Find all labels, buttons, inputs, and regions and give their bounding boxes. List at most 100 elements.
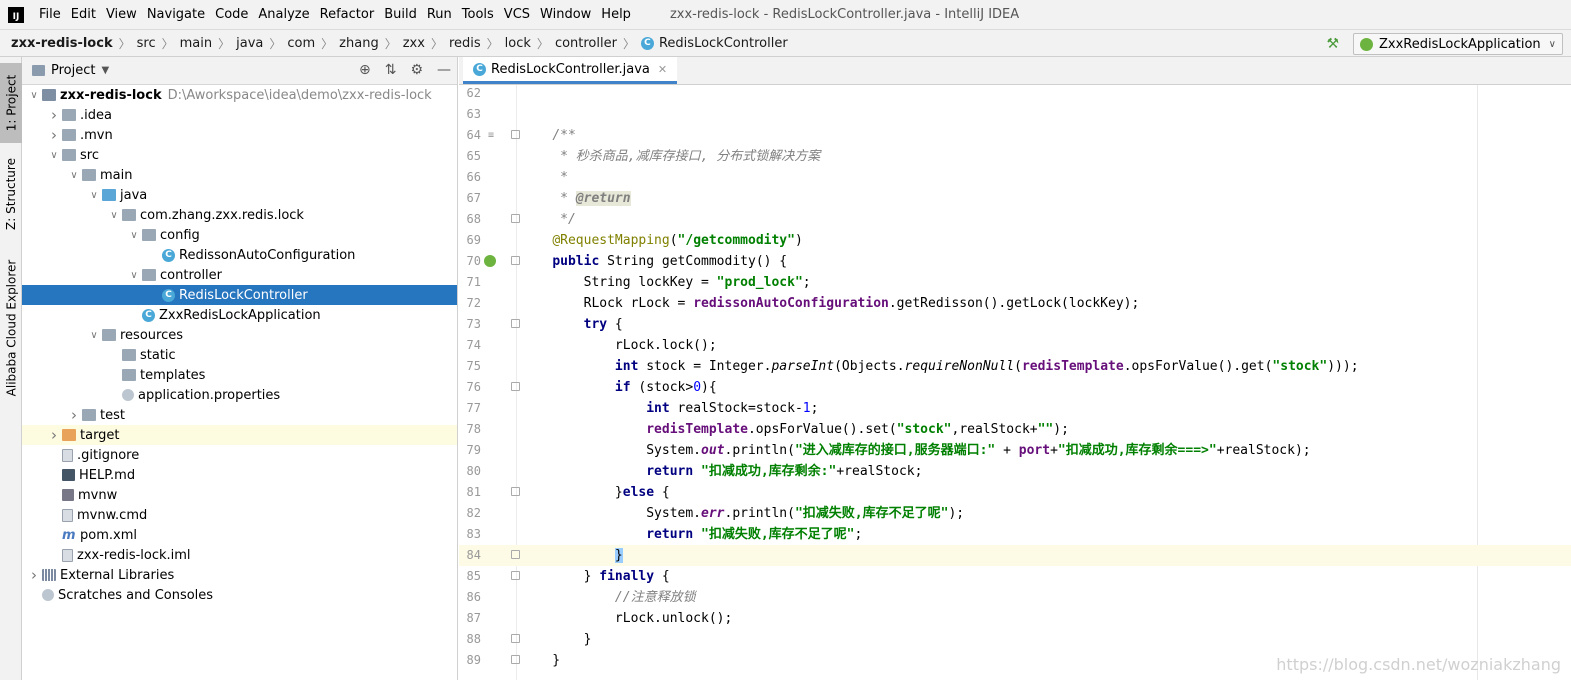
code-line[interactable]: 76 if (stock>0){: [459, 377, 1571, 398]
code-line[interactable]: 88 }: [459, 629, 1571, 650]
menu-view[interactable]: View: [101, 7, 142, 22]
menu-vcs[interactable]: VCS: [499, 7, 535, 22]
tree-item[interactable]: zxx-redis-lock.iml: [22, 545, 457, 565]
tree-item[interactable]: › target: [22, 425, 457, 445]
code-line[interactable]: 66 *: [459, 167, 1571, 188]
code-editor[interactable]: 62 63 64 ≡ /** 65 * 秒杀商品,减库存接口, 分布式锁解决方案 66 *…: [459, 85, 1571, 680]
editor-tab-redislockcontroller[interactable]: C RedisLockController.java ✕: [463, 57, 678, 84]
fold-marker-icon[interactable]: [511, 655, 520, 664]
gear-icon[interactable]: ⚙: [410, 62, 423, 78]
code-line[interactable]: 64 ≡ /**: [459, 125, 1571, 146]
code-line[interactable]: 71 String lockKey = "prod_lock";: [459, 272, 1571, 293]
code-line[interactable]: 65 * 秒杀商品,减库存接口, 分布式锁解决方案: [459, 146, 1571, 167]
chevron-down-icon[interactable]: ∨: [86, 190, 102, 201]
code-line[interactable]: 78 redisTemplate.opsForValue().set("stoc…: [459, 419, 1571, 440]
chevron-down-icon[interactable]: ∨: [126, 230, 142, 241]
code-line[interactable]: 69 @RequestMapping("/getcommodity"): [459, 230, 1571, 251]
menu-tools[interactable]: Tools: [457, 7, 499, 22]
code-line[interactable]: 73 try {: [459, 314, 1571, 335]
code-line[interactable]: 70 public String getCommodity() {: [459, 251, 1571, 272]
tree-item[interactable]: HELP.md: [22, 465, 457, 485]
breadcrumb-item[interactable]: src: [137, 36, 156, 51]
chevron-down-icon[interactable]: ∨: [86, 330, 102, 341]
tree-item[interactable]: m pom.xml: [22, 525, 457, 545]
breadcrumb-item[interactable]: zxx-redis-lock: [11, 36, 113, 51]
code-line[interactable]: 82 System.err.println("扣减失败,库存不足了呢");: [459, 503, 1571, 524]
code-line[interactable]: 85 } finally {: [459, 566, 1571, 587]
tool-tab-alibaba-cloud-explorer[interactable]: Alibaba Cloud Explorer: [0, 253, 22, 403]
tree-item[interactable]: ∨ main: [22, 165, 457, 185]
chevron-right-icon[interactable]: ›: [46, 126, 62, 144]
breadcrumb-item[interactable]: lock: [505, 36, 531, 51]
fold-marker-icon[interactable]: [511, 382, 520, 391]
code-line[interactable]: 63: [459, 104, 1571, 125]
code-line[interactable]: 79 System.out.println("进入减库存的接口,服务器端口:" …: [459, 440, 1571, 461]
chevron-right-icon[interactable]: ›: [26, 566, 42, 584]
code-line[interactable]: 72 RLock rLock = redissonAutoConfigurati…: [459, 293, 1571, 314]
code-line[interactable]: 86 //注意释放锁: [459, 587, 1571, 608]
menu-window[interactable]: Window: [535, 7, 596, 22]
chevron-right-icon[interactable]: ›: [46, 106, 62, 124]
tree-item[interactable]: C RedisLockController: [22, 285, 457, 305]
breadcrumb-item[interactable]: zxx: [403, 36, 425, 51]
code-line[interactable]: 80 return "扣减成功,库存剩余:"+realStock;: [459, 461, 1571, 482]
breadcrumb-item[interactable]: main: [180, 36, 212, 51]
chevron-down-icon[interactable]: ∨: [66, 170, 82, 181]
code-line[interactable]: 75 int stock = Integer.parseInt(Objects.…: [459, 356, 1571, 377]
tree-item[interactable]: ∨ config: [22, 225, 457, 245]
project-panel-title[interactable]: Project: [51, 63, 95, 78]
tree-item[interactable]: .gitignore: [22, 445, 457, 465]
chevron-down-icon[interactable]: ∨: [126, 270, 142, 281]
breadcrumb-item[interactable]: redis: [449, 36, 481, 51]
tree-item[interactable]: ∨ controller: [22, 265, 457, 285]
fold-marker-icon[interactable]: [511, 634, 520, 643]
fold-marker-icon[interactable]: [511, 130, 520, 139]
fold-marker-icon[interactable]: [511, 550, 520, 559]
tree-item[interactable]: › test: [22, 405, 457, 425]
tree-item[interactable]: mvnw.cmd: [22, 505, 457, 525]
tree-item[interactable]: › External Libraries: [22, 565, 457, 585]
breadcrumb-item[interactable]: controller: [555, 36, 617, 51]
code-line[interactable]: 67 * @return: [459, 188, 1571, 209]
tree-item[interactable]: ∨ com.zhang.zxx.redis.lock: [22, 205, 457, 225]
menu-edit[interactable]: Edit: [66, 7, 101, 22]
tree-item[interactable]: C ZxxRedisLockApplication: [22, 305, 457, 325]
chevron-down-icon[interactable]: ∨: [106, 210, 122, 221]
breadcrumb-item[interactable]: RedisLockController: [659, 36, 788, 51]
code-line[interactable]: 83 return "扣减失败,库存不足了呢";: [459, 524, 1571, 545]
chevron-right-icon[interactable]: ›: [66, 406, 82, 424]
collapse-all-icon[interactable]: ⇅: [385, 62, 397, 78]
code-line[interactable]: 62: [459, 83, 1571, 104]
locate-target-icon[interactable]: ⊕: [359, 62, 371, 78]
run-configuration-selector[interactable]: ZxxRedisLockApplication ∨: [1353, 33, 1563, 55]
tool-tab-structure[interactable]: Z: Structure: [0, 149, 22, 239]
fold-marker-icon[interactable]: [511, 214, 520, 223]
breadcrumb-item[interactable]: com: [287, 36, 315, 51]
tree-item[interactable]: ∨ java: [22, 185, 457, 205]
menu-build[interactable]: Build: [379, 7, 422, 22]
tree-item[interactable]: C RedissonAutoConfiguration: [22, 245, 457, 265]
breadcrumb-item[interactable]: zhang: [339, 36, 379, 51]
code-line[interactable]: 81 }else {: [459, 482, 1571, 503]
code-line[interactable]: 84 }: [459, 545, 1571, 566]
menu-help[interactable]: Help: [596, 7, 636, 22]
chevron-right-icon[interactable]: ›: [46, 426, 62, 444]
tree-item[interactable]: application.properties: [22, 385, 457, 405]
code-line[interactable]: 77 int realStock=stock-1;: [459, 398, 1571, 419]
code-line[interactable]: 68 */: [459, 209, 1571, 230]
menu-navigate[interactable]: Navigate: [142, 7, 210, 22]
code-line[interactable]: 87 rLock.unlock();: [459, 608, 1571, 629]
menu-code[interactable]: Code: [210, 7, 253, 22]
rendered-doc-icon[interactable]: ≡: [488, 125, 497, 141]
spring-mapping-icon[interactable]: [484, 255, 496, 267]
tree-item[interactable]: ∨ src: [22, 145, 457, 165]
menu-refactor[interactable]: Refactor: [315, 7, 380, 22]
tree-item[interactable]: ∨ resources: [22, 325, 457, 345]
chevron-down-icon[interactable]: ∨: [26, 90, 42, 101]
menu-file[interactable]: File: [34, 7, 66, 22]
tree-item[interactable]: Scratches and Consoles: [22, 585, 457, 605]
tree-item[interactable]: ∨ zxx-redis-lock D:\Aworkspace\idea\demo\z…: [22, 85, 457, 105]
build-hammer-icon[interactable]: ⚒: [1326, 36, 1339, 52]
hide-panel-icon[interactable]: —: [437, 62, 451, 78]
menu-run[interactable]: Run: [422, 7, 457, 22]
